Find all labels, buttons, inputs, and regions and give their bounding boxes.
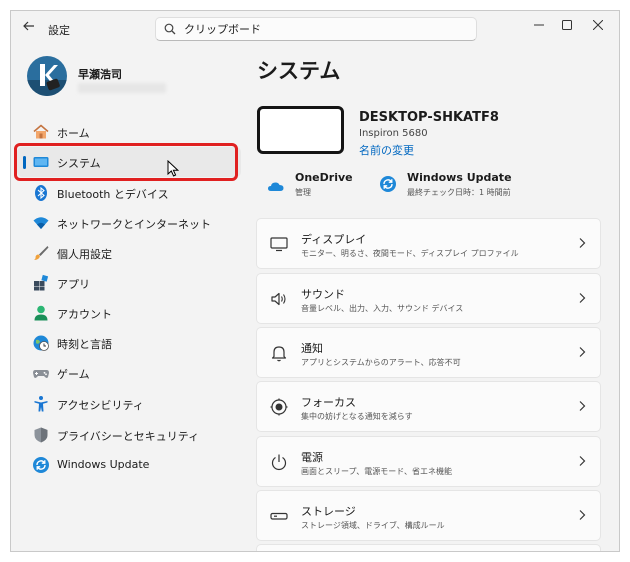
windows-update-title[interactable]: Windows Update [407, 171, 512, 184]
minimize-button[interactable] [525, 15, 553, 35]
card-power[interactable]: 電源 画面とスリープ、電源モード、省エネ機能 [256, 436, 601, 487]
account-icon [34, 305, 48, 321]
windows-update-subtitle: 最終チェック日時：1 時間前 [407, 188, 511, 197]
card-next-partial[interactable] [256, 544, 601, 551]
sidebar-item-label: ネットワークとインターネット [57, 218, 211, 231]
time-language-icon [33, 335, 49, 351]
minimize-icon [534, 24, 544, 26]
sidebar-item-personalization[interactable]: 個人用設定 [17, 238, 241, 268]
search-icon [164, 23, 176, 35]
device-model: Inspiron 5680 [359, 128, 428, 139]
search-box[interactable] [155, 17, 477, 41]
shield-icon [34, 427, 48, 443]
sidebar-item-label: アプリ [57, 278, 90, 291]
user-avatar-icon [27, 56, 67, 96]
card-storage[interactable]: ストレージ ストレージ領域、ドライブ、構成ルール [256, 490, 601, 541]
maximize-icon [562, 20, 572, 30]
chevron-right-icon [579, 238, 586, 248]
display-icon [270, 237, 288, 252]
power-icon [271, 454, 287, 471]
chevron-right-icon [579, 293, 586, 303]
close-button[interactable] [584, 15, 612, 35]
onedrive-title[interactable]: OneDrive [295, 171, 353, 184]
sidebar-item-label: プライバシーとセキュリティ [57, 430, 200, 443]
card-notifications[interactable]: 通知 アプリとシステムからのアラート、応答不可 [256, 327, 601, 378]
search-input[interactable] [184, 20, 464, 38]
close-icon [593, 20, 603, 30]
sidebar-item-apps[interactable]: アプリ [17, 268, 241, 298]
chevron-right-icon [579, 347, 586, 357]
onedrive-icon[interactable] [267, 177, 285, 195]
highlight-annotation-box [14, 143, 238, 181]
gaming-icon [33, 370, 49, 378]
chevron-right-icon [579, 510, 586, 520]
bluetooth-icon [35, 185, 47, 201]
card-title: フォーカス [301, 396, 356, 409]
apps-icon [34, 274, 49, 291]
sidebar-item-privacy-security[interactable]: プライバシーとセキュリティ [17, 420, 241, 450]
sidebar-item-label: 個人用設定 [57, 248, 112, 261]
sidebar-item-bluetooth[interactable]: Bluetooth とデバイス [17, 178, 241, 208]
sidebar-item-label: アカウント [57, 308, 112, 321]
card-title: ディスプレイ [301, 233, 367, 246]
profile-email-redacted [78, 83, 166, 93]
sidebar-item-windows-update[interactable]: Windows Update [17, 450, 241, 480]
chevron-right-icon [579, 401, 586, 411]
card-title: ストレージ [301, 505, 356, 518]
card-sound[interactable]: サウンド 音量レベル、出力、入力、サウンド デバイス [256, 273, 601, 324]
network-icon [33, 217, 49, 229]
settings-window: 設定 早瀬浩司 [10, 10, 620, 552]
sidebar-item-accessibility[interactable]: アクセシビリティ [17, 389, 241, 419]
sidebar-item-label: ゲーム [57, 368, 90, 381]
card-title: 電源 [301, 451, 323, 464]
back-button[interactable] [19, 19, 39, 37]
device-image [257, 106, 344, 154]
sidebar-item-label: Windows Update [57, 458, 150, 471]
device-name: DESKTOP-SHKATF8 [359, 110, 499, 125]
card-subtitle: 集中の妨げとなる通知を減らす [301, 412, 413, 421]
sound-icon [271, 292, 286, 306]
card-focus[interactable]: フォーカス 集中の妨げとなる通知を減らす [256, 381, 601, 432]
sidebar-item-accounts[interactable]: アカウント [17, 298, 241, 328]
accessibility-icon [34, 396, 48, 412]
card-display[interactable]: ディスプレイ モニター、明るさ、夜間モード、ディスプレイ プロファイル [256, 218, 601, 269]
windows-update-icon [33, 457, 49, 473]
card-title: サウンド [301, 288, 345, 301]
app-title: 設定 [48, 24, 70, 37]
mouse-cursor-icon [167, 160, 179, 177]
home-icon [33, 124, 49, 139]
sidebar-item-label: アクセシビリティ [57, 399, 144, 412]
sidebar-item-label: ホーム [57, 127, 90, 140]
notification-icon [271, 346, 287, 362]
card-title: 通知 [301, 342, 323, 355]
sidebar-item-network[interactable]: ネットワークとインターネット [17, 208, 241, 238]
sidebar-item-gaming[interactable]: ゲーム [17, 358, 241, 388]
onedrive-subtitle: 管理 [295, 188, 311, 197]
storage-icon [270, 512, 288, 520]
chevron-right-icon [579, 456, 586, 466]
avatar[interactable] [27, 56, 67, 96]
card-subtitle: ストレージ領域、ドライブ、構成ルール [301, 521, 445, 530]
sidebar-item-label: Bluetooth とデバイス [57, 188, 169, 201]
brush-icon [34, 246, 49, 260]
sidebar-item-time-language[interactable]: 時刻と言語 [17, 328, 241, 358]
page-title: システム [257, 59, 341, 83]
card-subtitle: 音量レベル、出力、入力、サウンド デバイス [301, 304, 464, 313]
card-subtitle: 画面とスリープ、電源モード、省エネ機能 [301, 467, 452, 476]
card-subtitle: アプリとシステムからのアラート、応答不可 [301, 358, 461, 367]
title-bar: 設定 [11, 11, 619, 45]
windows-update-icon[interactable] [379, 175, 397, 193]
profile-name: 早瀬浩司 [78, 68, 122, 81]
rename-link[interactable]: 名前の変更 [359, 142, 414, 158]
sidebar-item-label: 時刻と言語 [57, 338, 112, 351]
back-arrow-icon [23, 21, 34, 31]
maximize-button[interactable] [553, 15, 581, 35]
focus-icon [270, 398, 288, 416]
card-subtitle: モニター、明るさ、夜間モード、ディスプレイ プロファイル [301, 249, 519, 258]
